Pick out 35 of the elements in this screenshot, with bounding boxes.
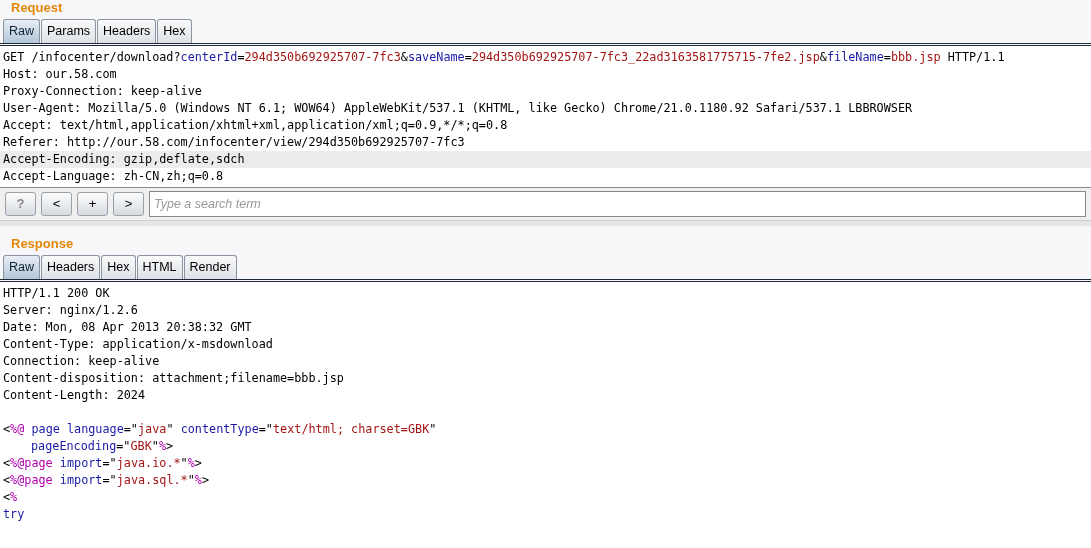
code-line: Accept: text/html,application/xhtml+xml,application/xml;q=0.9,*/*;q=0.8 bbox=[2, 117, 509, 134]
code-line: pageEncoding="GBK"%> bbox=[30, 438, 175, 455]
code-line: Proxy-Connection: keep-alive bbox=[2, 83, 203, 100]
code-line: Content-disposition: attachment;filename=bbb.jsp bbox=[2, 370, 345, 387]
code-line: HTTP/1.1 200 OK bbox=[2, 285, 111, 302]
code-line: Accept-Language: zh-CN,zh;q=0.8 bbox=[2, 168, 225, 185]
toolbar-button[interactable]: < bbox=[41, 192, 72, 216]
section-title: Response bbox=[10, 236, 75, 253]
tab[interactable]: Headers bbox=[41, 255, 101, 279]
code-line: Host: our.58.com bbox=[2, 66, 118, 83]
code-line: <%@page import="java.io.*"%> bbox=[2, 455, 203, 472]
toolbar-button[interactable]: > bbox=[113, 192, 144, 216]
code-line: Date: Mon, 08 Apr 2013 20:38:32 GMT bbox=[2, 319, 253, 336]
code-line: Content-Type: application/x-msdownload bbox=[2, 336, 274, 353]
tab[interactable]: Render bbox=[183, 255, 237, 279]
tab[interactable]: Raw bbox=[3, 255, 40, 279]
code-line: Content-Length: 2024 bbox=[2, 387, 147, 404]
search-field[interactable]: Type a search term bbox=[149, 191, 1086, 217]
section-title: Request bbox=[10, 0, 64, 17]
toolbar-button[interactable]: + bbox=[77, 192, 108, 216]
code-line: <%@ page language="java" contentType="text/html; charset=GBK" bbox=[2, 421, 438, 438]
tab[interactable]: Hex bbox=[157, 19, 192, 43]
code-line: try bbox=[2, 506, 26, 523]
tab[interactable]: Headers bbox=[97, 19, 157, 43]
code-line: User-Agent: Mozilla/5.0 (Windows NT 6.1; WOW64) AppleWebKit/537.1 (KHTML, like Gecko) Chrome/21.0.1180.92 Safari/537.1 LBBROWSER bbox=[2, 100, 914, 117]
code-line: <% bbox=[2, 489, 19, 506]
code-line: GET /infocenter/download?centerId=294d350b692925707-7fc3&saveName=294d350b692925707-7fc3_22ad3163581775715-7fe2.jsp&fileName=bbb.jsp HTTP/1.1 bbox=[2, 49, 1006, 66]
code-line: <%@page import="java.sql.*"%> bbox=[2, 472, 211, 489]
code-line: Connection: keep-alive bbox=[2, 353, 161, 370]
code-line: Server: nginx/1.2.6 bbox=[2, 302, 139, 319]
tab[interactable]: HTML bbox=[136, 255, 183, 279]
code-line: Referer: http://our.58.com/infocenter/view/294d350b692925707-7fc3 bbox=[2, 134, 466, 151]
tab[interactable]: Hex bbox=[101, 255, 136, 279]
tab[interactable]: Params bbox=[41, 19, 97, 43]
tab[interactable]: Raw bbox=[3, 19, 40, 43]
